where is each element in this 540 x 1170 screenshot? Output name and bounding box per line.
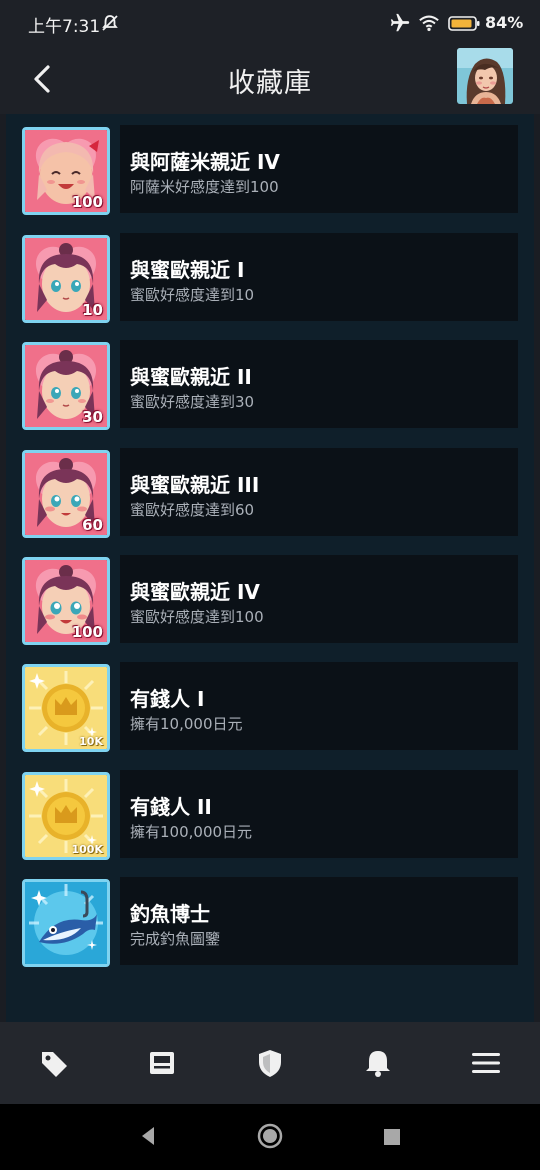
list-item[interactable]: 30 與蜜歐親近 II 蜜歐好感度達到30 — [22, 340, 518, 430]
status-time: 上午7:31 — [28, 17, 101, 37]
mute-icon — [102, 15, 118, 31]
badge-level: 60 — [82, 516, 103, 534]
achievement-card: 有錢人 I 擁有10,000日元 — [120, 662, 518, 750]
system-nav-bar — [0, 1104, 540, 1170]
app-header: 收藏庫 — [0, 48, 540, 114]
achievement-title: 與蜜歐親近 III — [130, 473, 260, 497]
badge-level: 10 — [82, 301, 103, 319]
achievement-badge: 100K — [22, 772, 110, 860]
achievement-badge — [22, 879, 110, 967]
achievement-title: 與蜜歐親近 IV — [130, 580, 260, 604]
badge-level: 100 — [71, 193, 103, 211]
news-icon[interactable] — [146, 1048, 178, 1078]
achievement-badge: 100 — [22, 127, 110, 215]
achievement-title: 有錢人 II — [130, 795, 212, 819]
achievement-title: 釣魚博士 — [130, 902, 210, 926]
achievement-description: 完成釣魚圖鑒 — [130, 930, 221, 948]
achievement-card: 釣魚博士 完成釣魚圖鑒 — [120, 877, 518, 965]
list-item[interactable]: 100K 有錢人 II 擁有100,000日元 — [22, 770, 518, 860]
wifi-icon — [419, 15, 439, 32]
achievement-title: 與蜜歐親近 I — [130, 258, 245, 282]
battery-percent: 84% — [485, 13, 524, 32]
avatar[interactable] — [457, 48, 513, 104]
achievement-title: 與阿薩米親近 IV — [130, 150, 280, 174]
system-home-icon[interactable] — [256, 1122, 284, 1150]
list-item[interactable]: 釣魚博士 完成釣魚圖鑒 — [22, 877, 518, 967]
achievement-card: 與阿薩米親近 IV 阿薩米好感度達到100 — [120, 125, 518, 213]
achievement-description: 擁有10,000日元 — [130, 715, 243, 733]
achievement-badge: 100 — [22, 557, 110, 645]
achievement-description: 蜜歐好感度達到100 — [130, 608, 264, 626]
achievement-description: 擁有100,000日元 — [130, 823, 253, 841]
badge-level: 100 — [71, 623, 103, 641]
achievement-description: 蜜歐好感度達到60 — [130, 501, 255, 519]
achievement-badge: 10K — [22, 664, 110, 752]
menu-icon[interactable] — [470, 1048, 502, 1078]
achievement-badge: 30 — [22, 342, 110, 430]
achievement-card: 與蜜歐親近 IV 蜜歐好感度達到100 — [120, 555, 518, 643]
status-bar: 上午7:31 84% — [0, 0, 540, 48]
list-item[interactable]: 60 與蜜歐親近 III 蜜歐好感度達到60 — [22, 448, 518, 538]
collection-list[interactable]: 100 與阿薩米親近 IV 阿薩米好感度達到100 10 與蜜歐親近 I 蜜歐好… — [6, 114, 534, 1022]
achievement-card: 與蜜歐親近 III 蜜歐好感度達到60 — [120, 448, 518, 536]
list-item[interactable]: 10 與蜜歐親近 I 蜜歐好感度達到10 — [22, 233, 518, 323]
tag-icon[interactable] — [38, 1048, 70, 1078]
list-item[interactable]: 10K 有錢人 I 擁有10,000日元 — [22, 662, 518, 752]
achievement-description: 蜜歐好感度達到30 — [130, 393, 255, 411]
shield-icon[interactable] — [254, 1048, 286, 1078]
fish-icon — [25, 882, 107, 964]
achievement-card: 與蜜歐親近 I 蜜歐好感度達到10 — [120, 233, 518, 321]
badge-level: 10K — [79, 735, 103, 748]
system-back-icon[interactable] — [138, 1124, 156, 1148]
achievement-badge: 10 — [22, 235, 110, 323]
badge-level: 30 — [82, 408, 103, 426]
list-item[interactable]: 100 與蜜歐親近 IV 蜜歐好感度達到100 — [22, 555, 518, 645]
achievement-card: 與蜜歐親近 II 蜜歐好感度達到30 — [120, 340, 518, 428]
list-item[interactable]: 100 與阿薩米親近 IV 阿薩米好感度達到100 — [22, 125, 518, 215]
achievement-badge: 60 — [22, 450, 110, 538]
badge-level: 100K — [71, 843, 104, 856]
achievement-description: 蜜歐好感度達到10 — [130, 286, 255, 304]
achievement-card: 有錢人 II 擁有100,000日元 — [120, 770, 518, 858]
achievement-title: 與蜜歐親近 II — [130, 365, 252, 389]
bottom-nav — [0, 1022, 540, 1104]
achievement-title: 有錢人 I — [130, 687, 205, 711]
airplane-icon — [390, 13, 410, 32]
battery-icon — [448, 16, 480, 31]
achievement-description: 阿薩米好感度達到100 — [130, 178, 279, 196]
system-recents-icon[interactable] — [382, 1127, 402, 1147]
bell-icon[interactable] — [362, 1048, 394, 1078]
